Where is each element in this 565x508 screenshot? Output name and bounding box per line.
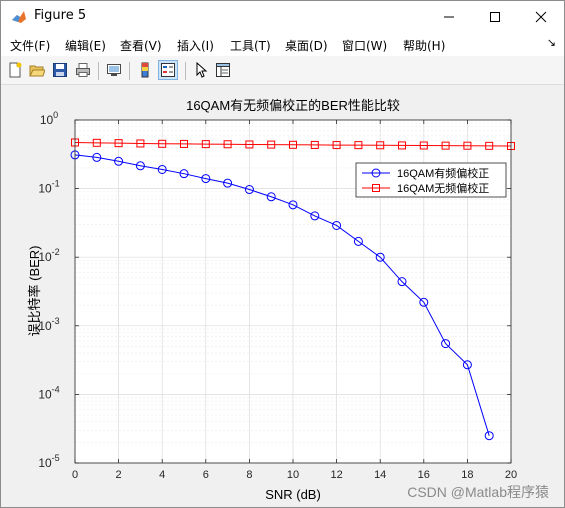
x-tick-label: 20 <box>505 469 517 481</box>
minimize-button[interactable] <box>426 1 472 32</box>
link-icon <box>107 64 121 76</box>
x-tick-label: 18 <box>461 469 473 481</box>
menu-desktop[interactable]: 桌面(D) <box>285 37 328 54</box>
link-plot-button[interactable] <box>104 60 124 80</box>
legend-label-series1: 16QAM有频偏校正 <box>397 166 489 180</box>
menu-dock-arrow-icon[interactable]: ↘ <box>547 36 556 49</box>
figure-toolbar <box>1 56 564 85</box>
y-axis-label: 误比特率 (BER) <box>27 245 42 336</box>
x-tick-label: 6 <box>203 469 209 481</box>
y-tick-exponent: -3 <box>52 316 60 326</box>
y-tick-label: 100 <box>40 110 58 127</box>
toolbar-separator <box>129 62 130 80</box>
figure-window: Figure 5 文件(F) 编辑(E) 查看(V) 插入(I) 工具(T) 桌… <box>0 0 565 508</box>
toolbar-separator <box>185 62 186 80</box>
x-tick-label: 8 <box>246 469 252 481</box>
close-button[interactable] <box>518 1 564 32</box>
window-title: Figure 5 <box>34 8 87 23</box>
menu-view[interactable]: 查看(V) <box>120 37 162 54</box>
maximize-icon <box>490 11 500 22</box>
title-bar[interactable]: Figure 5 <box>1 1 564 32</box>
legend-icon <box>161 63 175 77</box>
menu-edit[interactable]: 编辑(E) <box>65 37 106 54</box>
edit-plot-button[interactable] <box>191 60 211 80</box>
ber-plot[interactable]: 0 2 4 6 8 10 12 14 16 18 2010010-110-210-310-410-5… <box>1 85 564 507</box>
y-tick-base: 10 <box>38 387 52 401</box>
menu-insert[interactable]: 插入(I) <box>177 37 214 54</box>
new-figure-button[interactable] <box>5 60 25 80</box>
print-button[interactable] <box>73 60 93 80</box>
property-inspector-button[interactable] <box>213 60 233 80</box>
x-tick-label: 4 <box>159 469 165 481</box>
x-tick-label: 10 <box>287 469 299 481</box>
x-tick-label: 14 <box>374 469 386 481</box>
x-tick-label: 16 <box>418 469 430 481</box>
y-tick-base: 10 <box>40 113 54 127</box>
colorbar-button[interactable] <box>135 60 155 80</box>
figure-canvas: 0 2 4 6 8 10 12 14 16 18 20 100 10-1 10-2 10-3 10-4 10-5… <box>1 85 564 507</box>
pointer-icon <box>196 62 208 78</box>
y-tick-exponent: -2 <box>52 247 60 257</box>
new-figure-icon <box>9 62 22 78</box>
chart-title: 16QAM有无频偏校正的BER性能比较 <box>186 98 400 113</box>
legend[interactable]: 16QAM有频偏校正 16QAM无频偏校正 <box>355 162 507 198</box>
y-tick-label: 10-5 <box>38 453 59 470</box>
y-tick-exponent: -4 <box>52 384 60 394</box>
y-tick-base: 10 <box>38 456 52 470</box>
matlab-icon <box>11 9 27 25</box>
menu-file[interactable]: 文件(F) <box>10 37 50 54</box>
property-inspector-icon <box>216 63 230 77</box>
legend-label-series2: 16QAM无频偏校正 <box>397 181 489 195</box>
y-tick-exponent: -1 <box>52 179 60 189</box>
toolbar-separator <box>98 62 99 80</box>
print-icon <box>76 63 90 77</box>
y-tick-exponent: -5 <box>52 453 60 463</box>
menu-help[interactable]: 帮助(H) <box>403 37 445 54</box>
close-icon <box>535 11 547 22</box>
x-tick-label: 12 <box>330 469 342 481</box>
x-tick-label: 0 <box>72 469 78 481</box>
colorbar-icon <box>141 62 149 78</box>
open-file-button[interactable] <box>27 60 47 80</box>
y-tick-exponent: 0 <box>53 110 58 120</box>
y-tick-label: 10-1 <box>38 179 59 196</box>
save-button[interactable] <box>50 60 70 80</box>
menu-window[interactable]: 窗口(W) <box>342 37 387 54</box>
y-tick-base: 10 <box>38 182 52 196</box>
save-icon <box>53 63 67 77</box>
watermark: CSDN @Matlab程序猿 <box>407 484 549 500</box>
x-axis-label: SNR (dB) <box>265 487 321 502</box>
menu-bar: 文件(F) 编辑(E) 查看(V) 插入(I) 工具(T) 桌面(D) 窗口(W… <box>1 32 564 56</box>
maximize-button[interactable] <box>472 1 518 32</box>
legend-button[interactable] <box>158 60 178 80</box>
y-tick-label: 10-4 <box>38 384 59 401</box>
minimize-icon <box>444 16 454 17</box>
x-tick-label: 2 <box>116 469 122 481</box>
open-file-icon <box>29 65 45 77</box>
menu-tools[interactable]: 工具(T) <box>230 37 271 54</box>
